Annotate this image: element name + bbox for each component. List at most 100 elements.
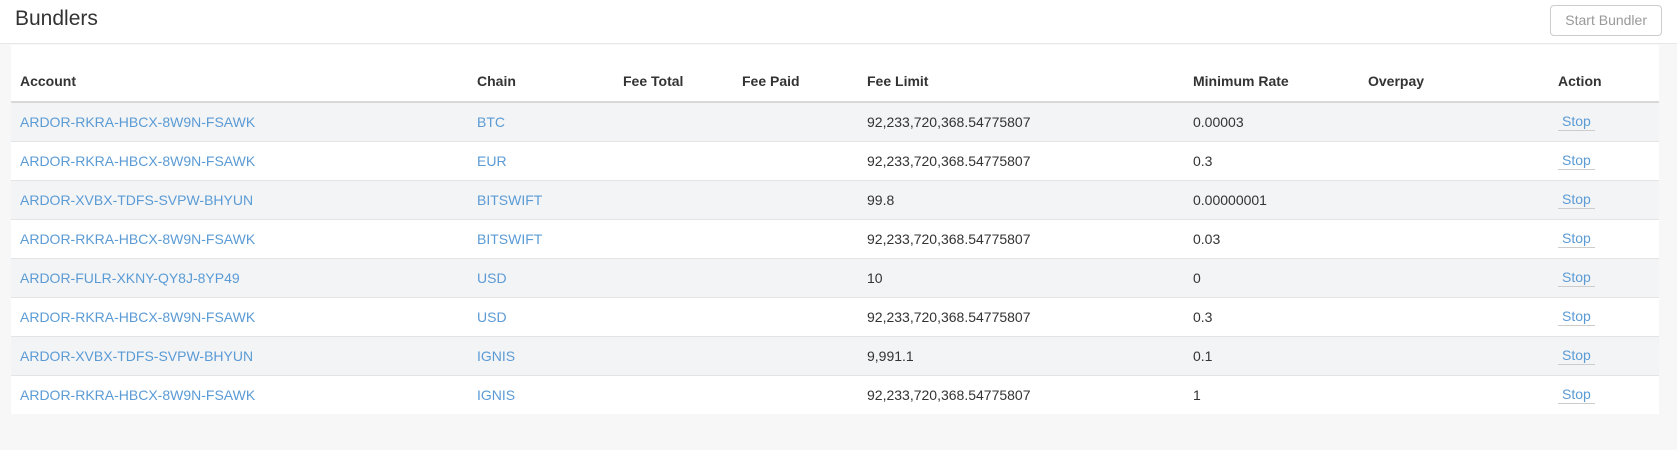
fee-total-cell (614, 336, 733, 375)
account-link[interactable]: ARDOR-XVBX-TDFS-SVPW-BHYUN (20, 192, 253, 208)
minimum-rate-cell: 0 (1184, 258, 1359, 297)
fee-total-cell (614, 180, 733, 219)
fee-limit-cell: 99.8 (858, 180, 1184, 219)
start-bundler-button[interactable]: Start Bundler (1550, 5, 1662, 36)
account-link[interactable]: ARDOR-XVBX-TDFS-SVPW-BHYUN (20, 348, 253, 364)
account-cell: ARDOR-FULR-XKNY-QY8J-8YP49 (11, 258, 468, 297)
overpay-cell (1359, 180, 1549, 219)
chain-link[interactable]: IGNIS (477, 348, 515, 364)
fee-total-cell (614, 375, 733, 414)
table-row: ARDOR-FULR-XKNY-QY8J-8YP49 USD 100 Stop (11, 258, 1659, 297)
chain-cell: USD (468, 297, 614, 336)
account-cell: ARDOR-RKRA-HBCX-8W9N-FSAWK (11, 375, 468, 414)
fee-paid-cell (733, 180, 858, 219)
fee-paid-cell (733, 102, 858, 141)
fee-total-cell (614, 141, 733, 180)
fee-total-cell (614, 102, 733, 141)
stop-cell: Stop (1549, 297, 1659, 336)
table-row: ARDOR-RKRA-HBCX-8W9N-FSAWK IGNIS 92,233,72… (11, 375, 1659, 414)
fee-limit-cell: 92,233,720,368.54775807 (858, 102, 1184, 141)
stop-link[interactable]: Stop (1558, 152, 1595, 170)
stop-link[interactable]: Stop (1558, 269, 1595, 287)
fee-paid-cell (733, 141, 858, 180)
column-header-fee-limit: Fee Limit (858, 61, 1184, 102)
fee-total-cell (614, 297, 733, 336)
chain-cell: USD (468, 258, 614, 297)
fee-paid-cell (733, 336, 858, 375)
account-link[interactable]: ARDOR-RKRA-HBCX-8W9N-FSAWK (20, 153, 255, 169)
account-cell: ARDOR-XVBX-TDFS-SVPW-BHYUN (11, 336, 468, 375)
stop-link[interactable]: Stop (1558, 308, 1595, 326)
overpay-cell (1359, 102, 1549, 141)
bundlers-panel: Account Chain Fee Total Fee Paid Fee Lim… (11, 45, 1659, 414)
stop-cell: Stop (1549, 375, 1659, 414)
column-header-chain: Chain (468, 61, 614, 102)
account-link[interactable]: ARDOR-FULR-XKNY-QY8J-8YP49 (20, 270, 240, 286)
chain-link[interactable]: EUR (477, 153, 507, 169)
minimum-rate-cell: 0.1 (1184, 336, 1359, 375)
account-link[interactable]: ARDOR-RKRA-HBCX-8W9N-FSAWK (20, 387, 255, 403)
account-link[interactable]: ARDOR-RKRA-HBCX-8W9N-FSAWK (20, 114, 255, 130)
column-header-minimum-rate: Minimum Rate (1184, 61, 1359, 102)
overpay-cell (1359, 375, 1549, 414)
overpay-cell (1359, 297, 1549, 336)
account-cell: ARDOR-RKRA-HBCX-8W9N-FSAWK (11, 102, 468, 141)
column-header-fee-paid: Fee Paid (733, 61, 858, 102)
stop-link[interactable]: Stop (1558, 191, 1595, 209)
fee-paid-cell (733, 219, 858, 258)
fee-limit-cell: 92,233,720,368.54775807 (858, 375, 1184, 414)
stop-link[interactable]: Stop (1558, 113, 1595, 131)
column-header-fee-total: Fee Total (614, 61, 733, 102)
stop-cell: Stop (1549, 219, 1659, 258)
chain-link[interactable]: BTC (477, 114, 505, 130)
table-row: ARDOR-RKRA-HBCX-8W9N-FSAWK BITSWIFT 92,233… (11, 219, 1659, 258)
chain-cell: BITSWIFT (468, 180, 614, 219)
fee-total-cell (614, 219, 733, 258)
column-header-action: Action (1549, 61, 1659, 102)
minimum-rate-cell: 1 (1184, 375, 1359, 414)
fee-limit-cell: 92,233,720,368.54775807 (858, 219, 1184, 258)
overpay-cell (1359, 336, 1549, 375)
stop-link[interactable]: Stop (1558, 230, 1595, 248)
fee-paid-cell (733, 297, 858, 336)
fee-total-cell (614, 258, 733, 297)
chain-link[interactable]: IGNIS (477, 387, 515, 403)
chain-link[interactable]: USD (477, 309, 507, 325)
minimum-rate-cell: 0.3 (1184, 141, 1359, 180)
minimum-rate-cell: 0.00000001 (1184, 180, 1359, 219)
table-row: ARDOR-RKRA-HBCX-8W9N-FSAWKEUR92,233,720,… (11, 141, 1659, 180)
account-link[interactable]: ARDOR-RKRA-HBCX-8W9N-FSAWK (20, 231, 255, 247)
stop-cell: Stop (1549, 102, 1659, 141)
chain-cell: BTC (468, 102, 614, 141)
stop-cell: Stop (1549, 336, 1659, 375)
stop-link[interactable]: Stop (1558, 347, 1595, 365)
fee-paid-cell (733, 375, 858, 414)
chain-cell: IGNIS (468, 336, 614, 375)
chain-link[interactable]: BITSWIFT (477, 192, 542, 208)
stop-link[interactable]: Stop (1558, 386, 1595, 404)
table-row: ARDOR-RKRA-HBCX-8W9N-FSAWK BTC 92,233,720,… (11, 102, 1659, 141)
account-cell: ARDOR-RKRA-HBCX-8W9N-FSAWK (11, 219, 468, 258)
overpay-cell (1359, 141, 1549, 180)
table-row: ARDOR-RKRA-HBCX-8W9N-FSAWK USD 92,233,720,… (11, 297, 1659, 336)
minimum-rate-cell: 0.3 (1184, 297, 1359, 336)
bundlers-table-body: ARDOR-RKRA-HBCX-8W9N-FSAWK BTC 92,233,720,… (11, 102, 1659, 414)
bundlers-table: Account Chain Fee Total Fee Paid Fee Lim… (11, 61, 1659, 414)
column-header-account: Account (11, 61, 468, 102)
fee-limit-cell: 92,233,720,368.54775807 (858, 297, 1184, 336)
top-bar: Bundlers Start Bundler (0, 0, 1677, 44)
account-cell: ARDOR-XVBX-TDFS-SVPW-BHYUN (11, 180, 468, 219)
fee-limit-cell: 9,991.1 (858, 336, 1184, 375)
chain-link[interactable]: BITSWIFT (477, 231, 542, 247)
account-cell: ARDOR-RKRA-HBCX-8W9N-FSAWK (11, 141, 468, 180)
table-row: ARDOR-XVBX-TDFS-SVPW-BHYUN IGNIS 9,991.10.… (11, 336, 1659, 375)
fee-paid-cell (733, 258, 858, 297)
account-link[interactable]: ARDOR-RKRA-HBCX-8W9N-FSAWK (20, 309, 255, 325)
fee-limit-cell: 10 (858, 258, 1184, 297)
overpay-cell (1359, 219, 1549, 258)
chain-cell: IGNIS (468, 375, 614, 414)
minimum-rate-cell: 0.00003 (1184, 102, 1359, 141)
overpay-cell (1359, 258, 1549, 297)
table-header: Account Chain Fee Total Fee Paid Fee Lim… (11, 61, 1659, 102)
chain-link[interactable]: USD (477, 270, 507, 286)
